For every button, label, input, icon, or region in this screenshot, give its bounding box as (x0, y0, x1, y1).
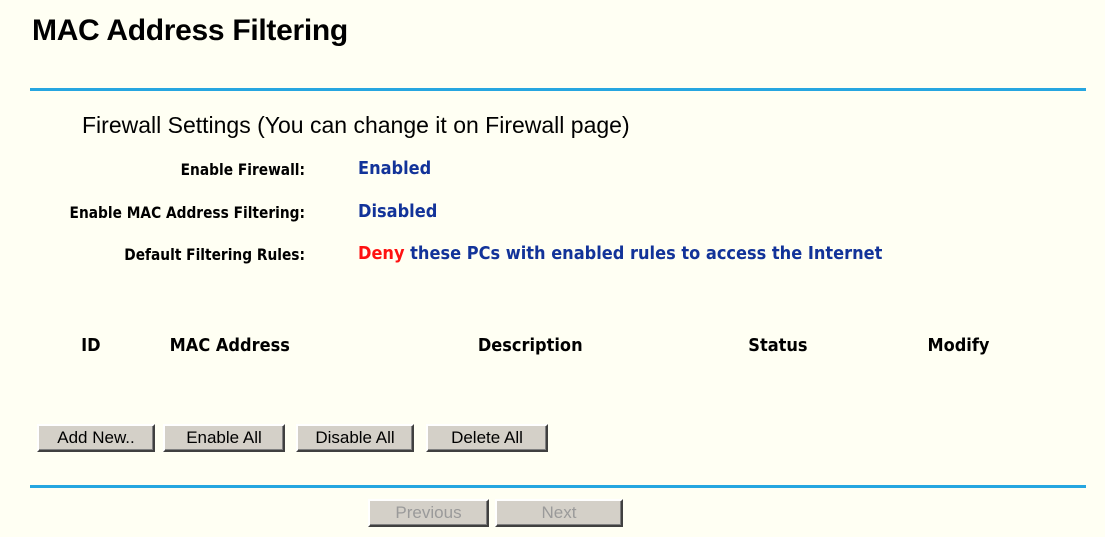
page-title: MAC Address Filtering (32, 14, 348, 47)
enable-mac-filtering-value: Disabled (358, 201, 438, 222)
firewall-settings-title: Firewall Settings (You can change it on … (82, 112, 630, 138)
bottom-divider (30, 485, 1086, 488)
previous-button[interactable]: Previous (368, 499, 489, 527)
enable-mac-filtering-label: Enable MAC Address Filtering: (69, 203, 305, 222)
rule-description: these PCs with enabled rules to access t… (410, 243, 883, 264)
deny-keyword: Deny (358, 243, 405, 264)
default-filtering-rules-label: Default Filtering Rules: (124, 245, 305, 264)
add-new-button[interactable]: Add New.. (37, 424, 155, 452)
column-header-mac-address: MAC Address (169, 335, 290, 356)
top-divider (30, 88, 1086, 91)
enable-all-button[interactable]: Enable All (163, 424, 285, 452)
default-filtering-rules-value: Deny these PCs with enabled rules to acc… (358, 243, 882, 264)
next-button[interactable]: Next (495, 499, 623, 527)
column-header-status: Status (748, 335, 808, 356)
delete-all-button[interactable]: Delete All (426, 424, 548, 452)
disable-all-button[interactable]: Disable All (296, 424, 414, 452)
column-header-modify: Modify (927, 335, 990, 356)
column-header-id: ID (81, 335, 101, 356)
enable-firewall-label: Enable Firewall: (180, 160, 305, 179)
enable-firewall-value: Enabled (358, 158, 432, 179)
column-header-description: Description (477, 335, 583, 356)
